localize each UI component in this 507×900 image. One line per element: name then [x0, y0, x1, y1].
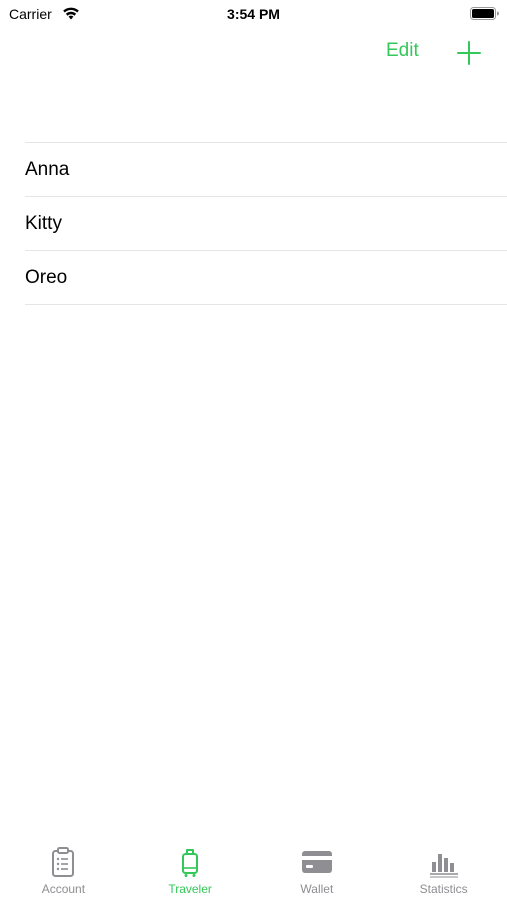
traveler-row-anna[interactable]: Anna [25, 143, 507, 197]
plus-icon [457, 41, 481, 65]
clock: 3:54 PM [227, 6, 280, 22]
add-button[interactable] [455, 39, 483, 67]
traveler-list: Anna Kitty Oreo [25, 142, 507, 305]
traveler-name: Oreo [25, 266, 68, 288]
tab-account[interactable]: Account [0, 836, 127, 900]
clipboard-icon [52, 847, 75, 877]
traveler-name: Anna [25, 158, 70, 180]
battery-icon [470, 7, 499, 20]
tab-label: Wallet [300, 882, 334, 896]
status-bar: Carrier 3:54 PM [0, 0, 507, 28]
chart-icon [429, 854, 458, 878]
tab-label: Account [41, 882, 86, 896]
tab-traveler[interactable]: Traveler [127, 836, 254, 900]
traveler-name: Kitty [25, 212, 62, 234]
tab-statistics[interactable]: Statistics [380, 836, 507, 900]
tab-bar: Account Traveler Wallet Statistics [0, 836, 507, 900]
traveler-row-oreo[interactable]: Oreo [25, 251, 507, 305]
card-icon [301, 851, 332, 873]
edit-button[interactable]: Edit [386, 40, 419, 62]
traveler-row-kitty[interactable]: Kitty [25, 197, 507, 251]
navigation-bar: Edit [0, 28, 507, 78]
suitcase-icon [182, 849, 199, 877]
tab-label: Traveler [168, 882, 212, 896]
tab-wallet[interactable]: Wallet [254, 836, 381, 900]
tab-label: Statistics [419, 882, 468, 896]
